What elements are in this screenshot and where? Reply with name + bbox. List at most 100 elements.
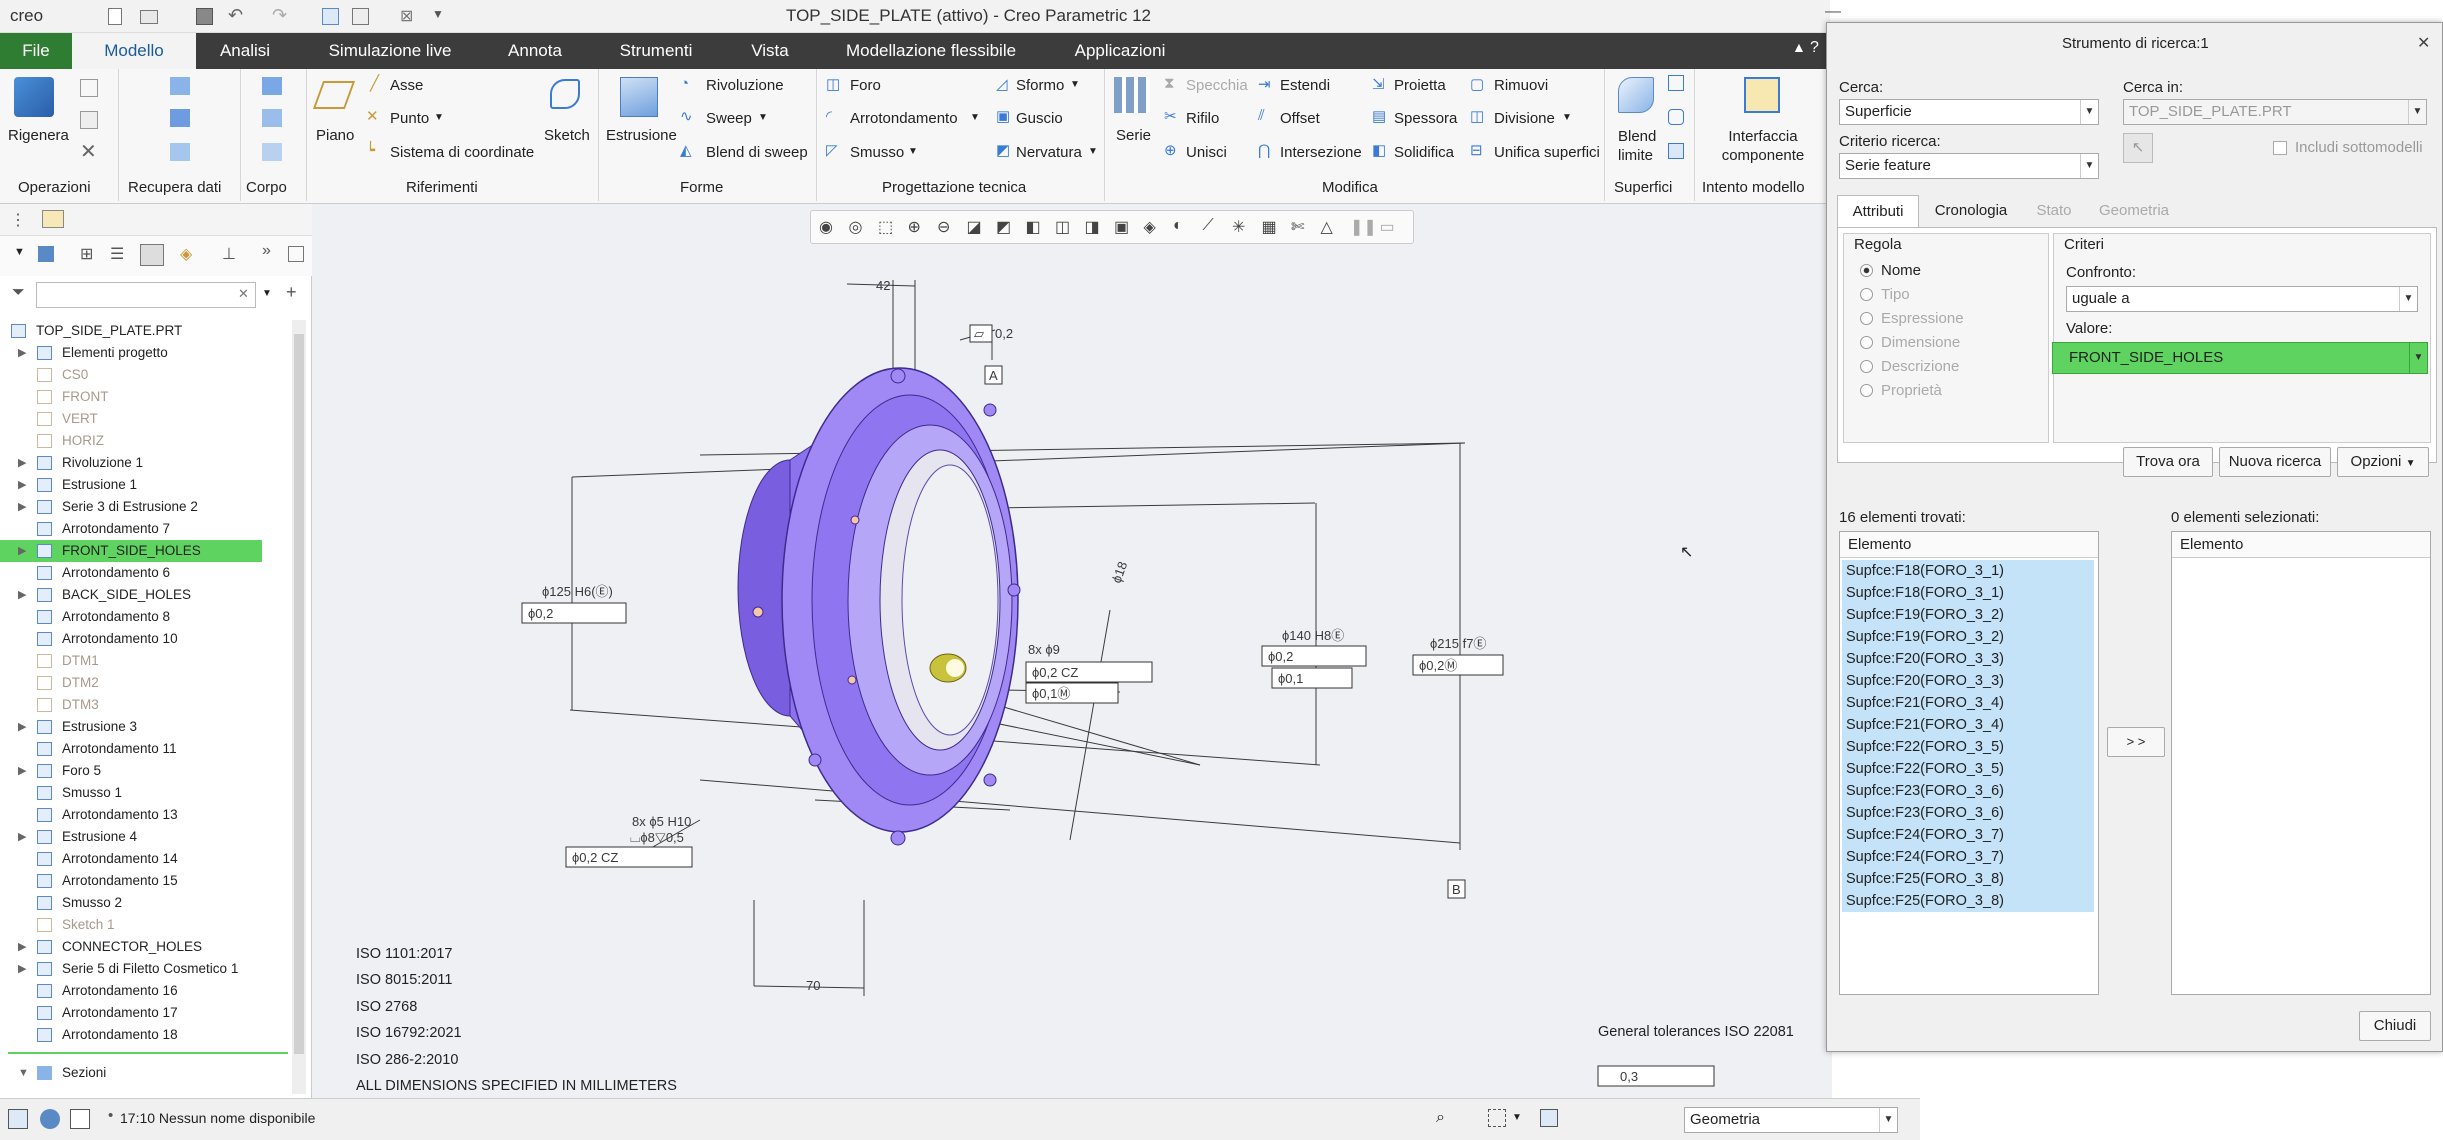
quick-access-save-icon[interactable] (196, 8, 213, 25)
tree-search-input[interactable] (36, 282, 256, 308)
result-row[interactable]: Supfce:F21(FORO_3_4) (1842, 714, 2094, 736)
tree-item[interactable]: FRONT (0, 386, 290, 408)
tree-find-icon[interactable] (288, 246, 304, 262)
redo-icon[interactable]: ↷ (272, 5, 287, 26)
chevron-down-icon[interactable]: ▼ (1088, 146, 1098, 157)
proietta-button[interactable]: Proietta (1394, 77, 1446, 94)
result-row[interactable]: Supfce:F21(FORO_3_4) (1842, 692, 2094, 714)
foro-button[interactable]: Foro (850, 77, 881, 94)
select-box-icon[interactable] (1488, 1109, 1506, 1127)
windows-icon[interactable] (352, 8, 369, 25)
expand-arrow-icon[interactable]: ▶ (18, 958, 26, 980)
tab-attributi[interactable]: Attributi (1837, 195, 1919, 227)
tree-item[interactable]: ▶ Estrusione 4 (0, 826, 290, 848)
move-selected-button[interactable]: > > (2107, 727, 2165, 757)
interfaccia-button[interactable]: Interfaccia componente (1718, 127, 1808, 165)
tree-item[interactable]: ▶ Foro 5 (0, 760, 290, 782)
graphics-viewport[interactable]: ◉◎⬚⊕⊖◪◩◧◫◨▣◈◐⟋✳▦✄△❚❚▭ (312, 204, 1832, 1098)
expand-arrow-icon[interactable]: ▶ (18, 540, 26, 562)
cercain-select[interactable]: TOP_SIDE_PLATE.PRT ▼ (2123, 99, 2427, 125)
tree-grid-icon[interactable] (140, 244, 164, 266)
group-superfici[interactable]: Superfici (1614, 179, 1672, 196)
estendi-button[interactable]: Estendi (1280, 77, 1330, 94)
asse-button[interactable]: Asse (390, 77, 423, 94)
rule-espressione[interactable]: Espressione (1860, 310, 1964, 327)
delete-icon[interactable]: ✕ (80, 139, 97, 164)
chevron-down-icon[interactable]: ▼ (2080, 100, 2098, 124)
results-list[interactable]: Elemento Supfce:F18(FORO_3_1) Supfce:F18(… (1839, 531, 2099, 995)
tree-columns-icon[interactable]: ☰ (110, 244, 124, 264)
paste-icon[interactable] (80, 111, 98, 129)
expand-arrow-icon[interactable]: ▶ (18, 584, 26, 606)
cerca-select[interactable]: Superficie ▼ (1839, 99, 2099, 125)
tree-item[interactable]: ▶ Estrusione 3 (0, 716, 290, 738)
tree-item[interactable]: ▶ BACK_SIDE_HOLES (0, 584, 290, 606)
menu-analisi[interactable]: Analisi (200, 33, 290, 69)
group-forme[interactable]: Forme (680, 179, 723, 196)
add-filter-icon[interactable]: + (286, 282, 297, 303)
chevron-down-icon[interactable]: ▼ (2409, 343, 2427, 373)
group-riferimenti[interactable]: Riferimenti (406, 179, 478, 196)
body-new-icon[interactable] (262, 109, 282, 127)
status-icon-2[interactable] (40, 1109, 60, 1129)
tree-item[interactable]: VERT (0, 408, 290, 430)
status-icon-1[interactable] (8, 1109, 28, 1129)
group-corpo[interactable]: Corpo (246, 179, 287, 196)
status-icon-3[interactable] (70, 1109, 90, 1129)
layer-tree-tab-icon[interactable] (42, 210, 64, 228)
chevron-down-icon[interactable]: ▼ (1070, 79, 1080, 90)
result-row[interactable]: Supfce:F23(FORO_3_6) (1842, 780, 2094, 802)
regenerate-large-icon[interactable] (14, 77, 54, 117)
tree-item[interactable]: ▶ Estrusione 1 (0, 474, 290, 496)
tree-item[interactable]: Smusso 2 (0, 892, 290, 914)
tree-item[interactable]: Arrotondamento 11 (0, 738, 290, 760)
tree-item[interactable]: Arrotondamento 13 (0, 804, 290, 826)
solidifica-button[interactable]: Solidifica (1394, 144, 1454, 161)
chevron-down-icon[interactable]: ▼ (262, 288, 272, 299)
customize-chevron-icon[interactable]: ▼ (432, 7, 444, 21)
tab-geometria[interactable]: Geometria (2089, 195, 2179, 227)
chiudi-button[interactable]: Chiudi (2359, 1011, 2431, 1041)
menu-simulazione[interactable]: Simulazione live (310, 33, 470, 69)
tree-item[interactable]: ▶ FRONT_SIDE_HOLES (0, 540, 262, 562)
regenerate-icon[interactable] (322, 8, 339, 25)
includi-checkbox[interactable] (2273, 141, 2287, 155)
divisione-button[interactable]: Divisione (1494, 110, 1555, 127)
result-row[interactable]: Supfce:F20(FORO_3_3) (1842, 648, 2094, 670)
expand-arrow-icon[interactable]: ▶ (18, 342, 26, 364)
menu-modello[interactable]: Modello (72, 33, 196, 69)
selected-header[interactable]: Elemento (2172, 532, 2430, 558)
unisci-button[interactable]: Unisci (1186, 144, 1227, 161)
nervatura-button[interactable]: Nervatura (1016, 144, 1082, 161)
tree-item[interactable]: CS0 (0, 364, 290, 386)
unifica-button[interactable]: Unifica superfici (1494, 144, 1600, 161)
result-row[interactable]: Supfce:F20(FORO_3_3) (1842, 670, 2094, 692)
specchia-button[interactable]: Specchia (1186, 77, 1248, 94)
chevron-down-icon[interactable]: ▼ (434, 112, 444, 123)
model-tree-tab-icon[interactable]: ⋮ (10, 210, 26, 230)
rule-descrizione[interactable]: Descrizione (1860, 358, 1959, 375)
tree-item[interactable]: Arrotondamento 15 (0, 870, 290, 892)
rule-tipo[interactable]: Tipo (1860, 286, 1910, 303)
valore-select[interactable]: FRONT_SIDE_HOLES ▼ (2052, 342, 2428, 374)
sistema-button[interactable]: Sistema di coordinate (390, 144, 534, 161)
expand-arrow-icon[interactable]: ▶ (18, 760, 26, 782)
collapse-ribbon-icon[interactable]: ▲ (1792, 39, 1806, 55)
chevron-down-icon[interactable]: ▼ (758, 112, 768, 123)
help-icon[interactable]: ? (1810, 39, 1819, 57)
expand-arrow-icon[interactable]: ▶ (18, 716, 26, 738)
flange-part[interactable] (737, 367, 1021, 846)
tree-more-icon[interactable]: » (262, 242, 271, 260)
estrusione-button[interactable]: Estrusione (606, 127, 677, 144)
sweep-button[interactable]: Sweep (706, 110, 752, 127)
expand-arrow-icon[interactable]: ▶ (18, 474, 26, 496)
selected-list[interactable]: Elemento (2171, 531, 2431, 995)
rule-dimensione[interactable]: Dimensione (1860, 334, 1960, 351)
plane-icon[interactable] (312, 81, 356, 109)
group-progettazione[interactable]: Progettazione tecnica (882, 179, 1026, 196)
menu-file[interactable]: File (0, 33, 72, 69)
shrinkwrap-icon[interactable] (170, 143, 190, 161)
intersezione-button[interactable]: Intersezione (1280, 144, 1362, 161)
group-modifica[interactable]: Modifica (1322, 179, 1378, 196)
surface-icon-1[interactable] (1668, 75, 1684, 91)
